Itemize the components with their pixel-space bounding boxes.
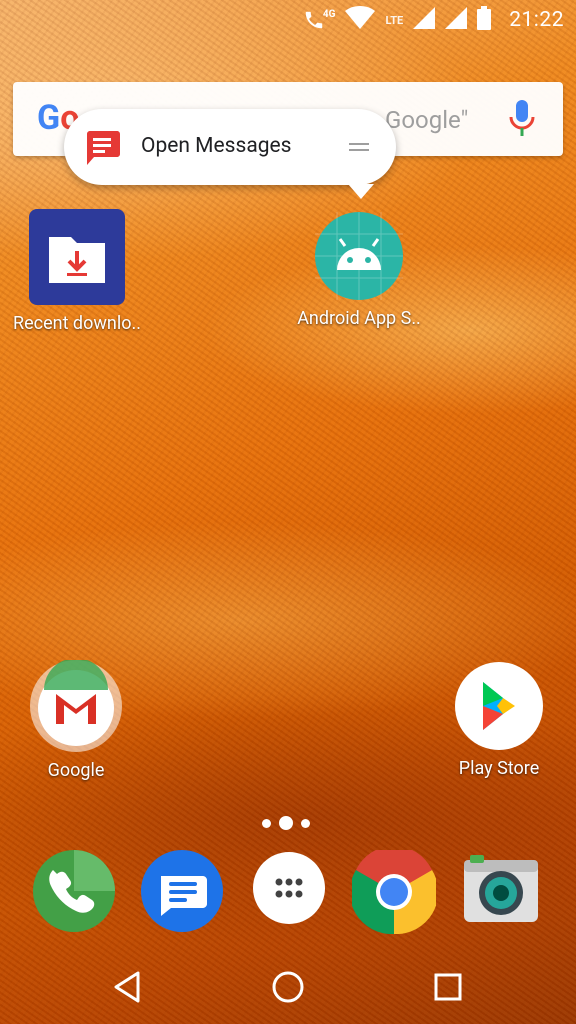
status-bar: 4G LTE 21:22 [0, 0, 576, 40]
page-indicator[interactable] [262, 816, 310, 830]
app-android-app-store[interactable]: Android App S.. [288, 212, 430, 329]
app-drawer-icon [253, 852, 325, 928]
back-button[interactable] [110, 968, 148, 1006]
page-dot [301, 818, 310, 828]
wifi-icon [345, 6, 376, 34]
page-dot [262, 818, 271, 828]
app-shortcut-popup[interactable]: Open Messages [64, 109, 396, 199]
signal-icon-2 [445, 7, 468, 33]
recents-button[interactable] [429, 968, 467, 1006]
camera-icon [460, 855, 542, 936]
dock-camera[interactable] [460, 850, 542, 932]
dock-chrome[interactable] [349, 845, 439, 935]
app-recent-downloads[interactable]: Recent downlo.. [4, 209, 150, 334]
messages-icon [141, 850, 223, 936]
dock-phone[interactable] [33, 850, 115, 932]
app-label: Play Store [458, 758, 540, 779]
battery-icon [477, 6, 492, 34]
app-label: Android App S.. [297, 308, 421, 329]
app-play-store[interactable]: Play Store [440, 662, 558, 779]
navigation-bar [0, 950, 576, 1024]
signal-icon-1 [413, 7, 436, 33]
gmail-icon [30, 658, 122, 752]
app-google[interactable]: Google [15, 658, 137, 781]
app-label: Recent downlo.. [13, 313, 141, 334]
clock: 21:22 [509, 8, 564, 32]
open-messages-label: Open Messages [141, 134, 292, 158]
lte-label: LTE [385, 13, 404, 27]
page-dot-current [279, 816, 293, 830]
message-icon [84, 131, 120, 165]
dock-app-drawer[interactable] [253, 852, 325, 924]
android-icon [315, 212, 403, 300]
app-label: Google [47, 760, 105, 781]
search-hint-text: Google" [385, 106, 469, 134]
home-button[interactable] [269, 968, 307, 1006]
volte-call-icon: 4G [303, 9, 336, 31]
phone-icon [33, 850, 115, 936]
chrome-icon [349, 845, 439, 938]
download-folder-icon [29, 209, 125, 305]
dock-messages[interactable] [141, 850, 223, 932]
status-icons: 4G LTE 21:22 [303, 6, 564, 34]
network-type-text: 4G [322, 9, 336, 20]
drag-handle-icon[interactable] [349, 143, 369, 152]
play-store-icon [455, 662, 543, 750]
mic-icon[interactable] [509, 100, 535, 138]
